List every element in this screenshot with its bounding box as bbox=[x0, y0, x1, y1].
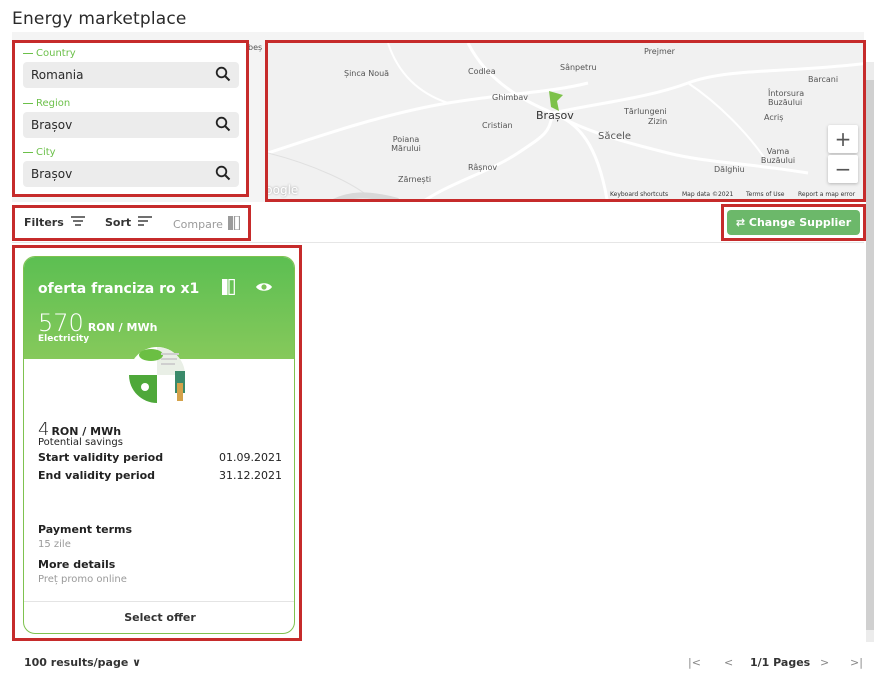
map-city-label: Brașov bbox=[536, 109, 574, 122]
start-validity-value: 01.09.2021 bbox=[219, 451, 282, 464]
map-edge-label: beș bbox=[248, 43, 263, 52]
page-title: Energy marketplace bbox=[12, 9, 187, 29]
payment-terms-text: 15 zile bbox=[38, 539, 71, 550]
start-validity-label: Start validity period bbox=[38, 451, 164, 464]
first-page-button[interactable]: |< bbox=[688, 656, 701, 669]
map[interactable]: Șinca Nouă Codlea Sânpetru Prejmer Barca… bbox=[265, 40, 866, 202]
map-label: Ghimbav bbox=[492, 93, 528, 102]
energy-type: Electricity bbox=[38, 334, 90, 344]
map-data-credit: Map data ©2021 bbox=[682, 191, 734, 198]
offer-card-wrapper: oferta franciza ro x1 570 RON / MWh Elect… bbox=[12, 245, 302, 641]
terms-link[interactable]: Terms of Use bbox=[746, 191, 784, 198]
app-root: Energy marketplace beș Country Romania R… bbox=[0, 0, 874, 680]
map-label: Sânpetru bbox=[560, 63, 597, 72]
map-label: Șinca Nouă bbox=[344, 69, 390, 78]
next-page-button[interactable]: > bbox=[820, 656, 829, 669]
compare-button[interactable]: Compare bbox=[173, 215, 241, 231]
compare-icon[interactable] bbox=[222, 279, 235, 295]
keyboard-shortcuts-link[interactable]: Keyboard shortcuts bbox=[610, 191, 668, 198]
zoom-in-button[interactable]: + bbox=[828, 125, 858, 153]
country-label: Country bbox=[23, 48, 76, 59]
select-offer-button[interactable]: Select offer bbox=[24, 611, 294, 624]
offer-image bbox=[129, 347, 185, 403]
previous-page-button[interactable]: < bbox=[724, 656, 733, 669]
last-page-button[interactable]: >| bbox=[850, 656, 863, 669]
end-validity-value: 31.12.2021 bbox=[219, 469, 282, 482]
country-value: Romania bbox=[31, 68, 84, 82]
price-value: 570 bbox=[38, 309, 84, 337]
location-filters: Country Romania Region Brașov City Brașo… bbox=[12, 40, 249, 197]
filters-button[interactable]: Filters bbox=[24, 216, 85, 229]
more-details-text: Preț promo online bbox=[38, 574, 127, 585]
sort-label: Sort bbox=[105, 216, 132, 229]
map-label: Cristian bbox=[482, 121, 513, 130]
city-value: Brașov bbox=[31, 167, 73, 181]
offer-card[interactable]: oferta franciza ro x1 570 RON / MWh Elect… bbox=[23, 256, 295, 634]
map-label: Vama Buzăului bbox=[760, 147, 796, 165]
filter-icon bbox=[70, 216, 85, 226]
report-map-error-link[interactable]: Report a map error bbox=[798, 191, 855, 198]
offer-title: oferta franciza ro x1 bbox=[38, 281, 200, 297]
filters-label: Filters bbox=[24, 216, 64, 229]
eye-icon[interactable] bbox=[256, 281, 272, 293]
end-validity-label: End validity period bbox=[38, 469, 156, 482]
zoom-out-button[interactable]: − bbox=[828, 155, 858, 183]
google-logo: Google bbox=[265, 183, 299, 197]
compare-icon bbox=[228, 215, 241, 231]
change-supplier-button[interactable]: ⇄ Change Supplier bbox=[727, 210, 860, 235]
city-field[interactable]: Brașov bbox=[23, 161, 239, 187]
map-label: Zizin bbox=[648, 117, 668, 126]
map-label: Acriș bbox=[764, 113, 784, 122]
page-indicator: 1/1 Pages bbox=[750, 656, 811, 669]
list-tools: Filters Sort Compare bbox=[12, 205, 251, 241]
region-label: Region bbox=[23, 98, 70, 109]
pagination-bar: 100 results/page ∨ |< < 1/1 Pages > >| bbox=[12, 645, 864, 680]
map-label: Săcele bbox=[598, 131, 632, 142]
map-label: Prejmer bbox=[644, 47, 675, 56]
map-label: Barcani bbox=[808, 75, 839, 84]
map-label: Tărlungeni bbox=[624, 107, 667, 116]
country-field[interactable]: Romania bbox=[23, 62, 239, 88]
compare-label: Compare bbox=[173, 218, 223, 231]
map-label: Dălghiu bbox=[714, 165, 745, 174]
change-supplier-wrapper: ⇄ Change Supplier bbox=[721, 204, 866, 241]
more-details-title: More details bbox=[38, 558, 116, 571]
search-icon[interactable] bbox=[215, 66, 231, 82]
price-unit: RON / MWh bbox=[87, 321, 158, 334]
results-per-page-select[interactable]: 100 results/page ∨ bbox=[24, 656, 141, 669]
map-label: Codlea bbox=[468, 67, 496, 76]
sort-icon bbox=[138, 216, 153, 226]
offer-price: 570 RON / MWh bbox=[38, 309, 157, 337]
map-label: Poiana Mărului bbox=[391, 135, 421, 153]
sort-button[interactable]: Sort bbox=[105, 216, 153, 229]
region-field[interactable]: Brașov bbox=[23, 112, 239, 138]
offer-card-footer: Select offer bbox=[24, 601, 294, 633]
search-icon[interactable] bbox=[215, 165, 231, 181]
payment-terms-title: Payment terms bbox=[38, 523, 133, 536]
scrollbar-thumb[interactable] bbox=[866, 80, 874, 630]
map-label: Zărnești bbox=[398, 175, 432, 184]
city-label: City bbox=[23, 147, 56, 158]
map-label: Râșnov bbox=[468, 163, 498, 172]
savings-label: Potential savings bbox=[38, 437, 123, 448]
map-label: Întorsura Buzăului bbox=[768, 89, 805, 107]
region-value: Brașov bbox=[31, 118, 73, 132]
search-icon[interactable] bbox=[215, 116, 231, 132]
